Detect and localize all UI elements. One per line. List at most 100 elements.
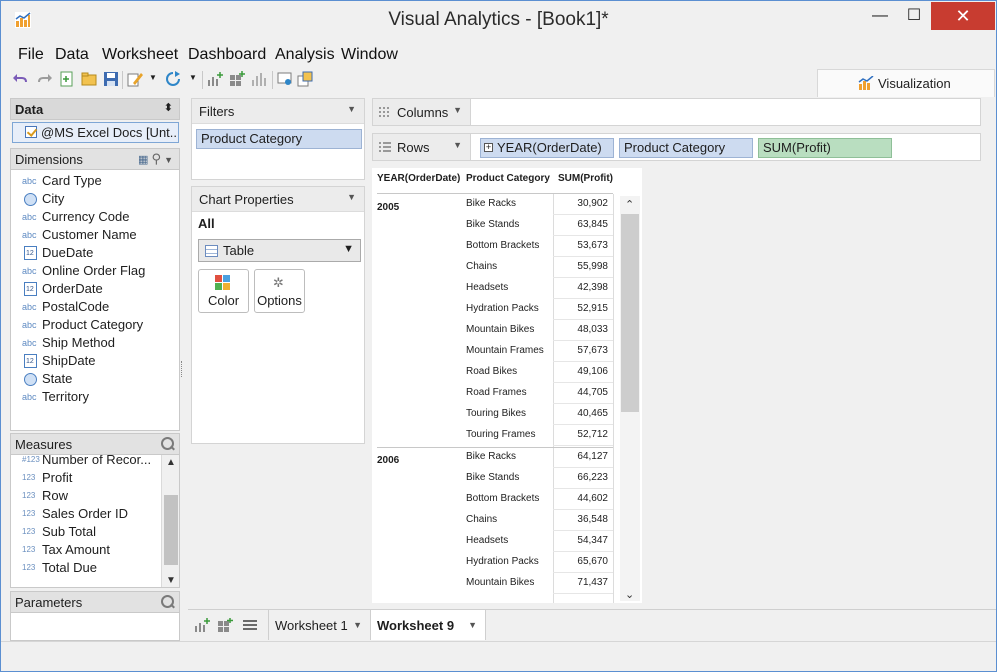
category-cell[interactable]: Mountain Frames xyxy=(466,345,544,356)
close-button[interactable]: ✕ xyxy=(931,2,995,30)
dimension-field[interactable]: ShipDate xyxy=(11,352,179,370)
measure-field[interactable]: 123 Sub Total xyxy=(11,523,163,541)
fit-icon[interactable] xyxy=(297,71,313,87)
profit-value-cell[interactable]: 52,712 xyxy=(568,429,608,440)
dimension-field[interactable]: abc Product Category xyxy=(11,316,179,334)
category-cell[interactable]: Mountain Bikes xyxy=(466,324,534,335)
column-header-year[interactable]: YEAR(OrderDate) xyxy=(377,173,460,193)
chevron-down-icon[interactable]: ▼ xyxy=(164,155,173,165)
rows-pill-sum-profit[interactable]: SUM(Profit) xyxy=(758,138,892,158)
edit-icon[interactable] xyxy=(127,71,143,87)
profit-value-cell[interactable]: 54,347 xyxy=(568,535,608,546)
category-cell[interactable]: Bike Racks xyxy=(466,451,516,462)
category-cell[interactable]: Chains xyxy=(466,514,497,525)
category-cell[interactable]: Bottom Brackets xyxy=(466,240,539,251)
sort-arrows-icon[interactable]: ⬍ xyxy=(164,101,173,114)
category-cell[interactable]: Headsets xyxy=(466,535,508,546)
open-folder-icon[interactable] xyxy=(81,71,97,87)
profit-value-cell[interactable]: 53,673 xyxy=(568,240,608,251)
visualization-tab[interactable]: Visualization xyxy=(817,69,995,97)
chevron-down-icon[interactable]: ▼ xyxy=(353,620,362,630)
dimension-field[interactable]: State xyxy=(11,370,179,388)
redo-icon[interactable] xyxy=(36,71,52,87)
dimension-field[interactable]: DueDate xyxy=(11,244,179,262)
datasource-item[interactable]: @MS Excel Docs [Unt... xyxy=(12,122,179,143)
new-dashboard-icon[interactable] xyxy=(217,618,233,632)
add-dashboard-icon[interactable] xyxy=(229,71,245,87)
present-icon[interactable] xyxy=(277,71,293,87)
sheet-tab-worksheet-1[interactable]: Worksheet 1 ▼ xyxy=(268,610,370,640)
column-header-sum-profit[interactable]: SUM(Profit) xyxy=(558,173,613,193)
options-button[interactable]: ✲ Options xyxy=(254,269,305,313)
filter-pill-product-category[interactable]: Product Category xyxy=(196,129,362,149)
profit-value-cell[interactable]: 65,670 xyxy=(568,556,608,567)
measure-field[interactable]: 123 Profit xyxy=(11,469,163,487)
menu-analysis[interactable]: Analysis xyxy=(275,46,335,64)
search-icon[interactable] xyxy=(161,595,175,609)
category-cell[interactable]: Touring Bikes xyxy=(466,408,526,419)
dimension-field[interactable]: City xyxy=(11,190,179,208)
refresh-icon[interactable] xyxy=(165,71,181,87)
menu-window[interactable]: Window xyxy=(341,46,398,64)
year-cell[interactable]: 2005 xyxy=(377,202,399,213)
profit-value-cell[interactable]: 42,398 xyxy=(568,282,608,293)
category-cell[interactable]: Mountain Bikes xyxy=(466,577,534,588)
profit-value-cell[interactable]: 55,998 xyxy=(568,261,608,272)
category-cell[interactable]: Touring Frames xyxy=(466,429,535,440)
columns-shelf[interactable]: Columns ▼ xyxy=(372,98,981,126)
table-scrollbar[interactable]: ⌃ ⌄ xyxy=(620,196,640,601)
rows-shelf[interactable]: Rows ▼ + YEAR(OrderDate) Product Categor… xyxy=(372,133,981,161)
dimension-field[interactable]: abc Territory xyxy=(11,388,179,406)
dimension-field[interactable]: OrderDate xyxy=(11,280,179,298)
measures-scrollbar[interactable]: ▲ ▼ xyxy=(161,455,179,587)
profit-value-cell[interactable]: 52,915 xyxy=(568,303,608,314)
menu-worksheet[interactable]: Worksheet xyxy=(102,46,178,64)
measure-field[interactable]: 123 Row xyxy=(11,487,163,505)
sheet-list-icon[interactable] xyxy=(242,618,258,632)
scrollbar-thumb[interactable] xyxy=(621,214,639,412)
rows-pill-product-category[interactable]: Product Category xyxy=(619,138,753,158)
category-cell[interactable]: Road Bikes xyxy=(466,366,517,377)
category-cell[interactable]: Bike Stands xyxy=(466,219,519,230)
year-cell[interactable]: 2006 xyxy=(377,455,399,466)
minimize-button[interactable]: — xyxy=(865,2,895,30)
profit-value-cell[interactable]: 44,705 xyxy=(568,387,608,398)
pane-splitter[interactable] xyxy=(181,361,185,377)
category-cell[interactable]: Headsets xyxy=(466,282,508,293)
menu-data[interactable]: Data xyxy=(55,46,89,64)
refresh-dropdown-icon[interactable]: ▼ xyxy=(189,73,197,82)
scroll-down-icon[interactable]: ▼ xyxy=(166,575,176,586)
category-cell[interactable]: Road Frames xyxy=(466,387,527,398)
profit-value-cell[interactable]: 49,106 xyxy=(568,366,608,377)
category-cell[interactable]: Bike Racks xyxy=(466,198,516,209)
category-cell[interactable]: Bike Stands xyxy=(466,472,519,483)
column-header-product-category[interactable]: Product Category xyxy=(466,173,550,193)
menu-dashboard[interactable]: Dashboard xyxy=(188,46,266,64)
menu-file[interactable]: File xyxy=(18,46,44,64)
profit-value-cell[interactable]: 30,902 xyxy=(568,198,608,209)
expand-icon[interactable]: + xyxy=(484,143,493,152)
profit-value-cell[interactable]: 40,465 xyxy=(568,408,608,419)
profit-value-cell[interactable]: 64,127 xyxy=(568,451,608,462)
color-button[interactable]: Color xyxy=(198,269,249,313)
new-worksheet-icon[interactable] xyxy=(194,618,210,632)
profit-value-cell[interactable]: 48,033 xyxy=(568,324,608,335)
category-cell[interactable]: Hydration Packs xyxy=(466,303,539,314)
profit-value-cell[interactable]: 44,602 xyxy=(568,493,608,504)
chevron-down-icon[interactable]: ▼ xyxy=(453,105,462,115)
maximize-button[interactable]: ☐ xyxy=(899,2,929,30)
undo-icon[interactable] xyxy=(13,71,29,87)
scrollbar-thumb[interactable] xyxy=(164,495,178,565)
chevron-down-icon[interactable]: ▼ xyxy=(347,192,356,202)
add-chart-icon[interactable] xyxy=(207,71,223,87)
category-cell[interactable]: Hydration Packs xyxy=(466,556,539,567)
category-cell[interactable]: Chains xyxy=(466,261,497,272)
profit-value-cell[interactable]: 71,437 xyxy=(568,577,608,588)
measure-field[interactable]: 123 Total Due xyxy=(11,559,163,577)
chevron-down-icon[interactable]: ▼ xyxy=(453,140,462,150)
dimension-field[interactable]: abc Online Order Flag xyxy=(11,262,179,280)
scroll-up-icon[interactable]: ⌃ xyxy=(625,198,634,211)
chevron-down-icon[interactable]: ▼ xyxy=(347,104,356,114)
dimension-field[interactable]: abc Currency Code xyxy=(11,208,179,226)
dimension-field[interactable]: abc PostalCode xyxy=(11,298,179,316)
